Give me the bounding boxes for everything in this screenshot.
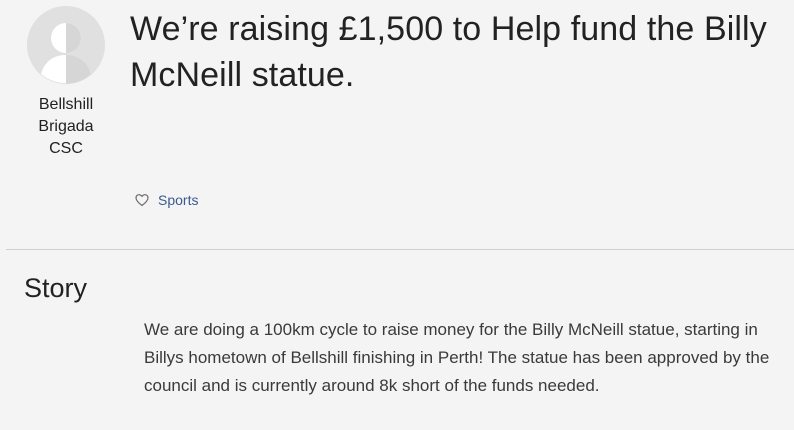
organizer-block: Bellshill Brigada CSC: [22, 6, 110, 160]
story-heading: Story: [24, 273, 88, 303]
campaign-title-line: McNeill statue.: [130, 56, 355, 94]
organizer-name-line: Brigada: [38, 118, 94, 135]
campaign-title-line: We’re raising £1,500 to Help fund the Bi…: [130, 10, 767, 48]
section-divider: [6, 249, 794, 250]
campaign-title: We’re raising £1,500 to Help fund the Bi…: [130, 6, 794, 98]
heart-icon: [134, 192, 150, 208]
organizer-name-line: Bellshill: [38, 96, 94, 113]
organizer-name-line: CSC: [49, 140, 83, 157]
user-avatar-icon: [27, 6, 105, 84]
organizer-name: Bellshill Brigada CSC: [22, 94, 110, 160]
story-body: We are doing a 100km cycle to raise mone…: [144, 320, 770, 395]
category-link[interactable]: Sports: [134, 192, 198, 208]
category-label[interactable]: Sports: [158, 192, 198, 208]
